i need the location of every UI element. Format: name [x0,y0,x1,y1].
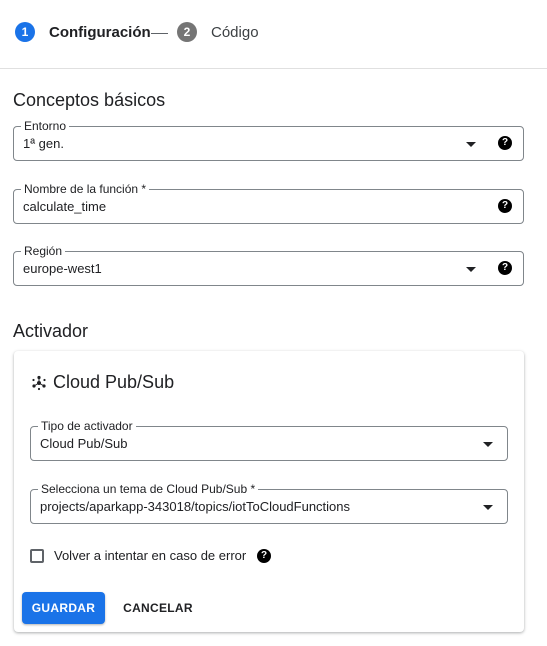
chevron-down-icon [466,142,476,147]
retry-checkbox-label: Volver a intentar en caso de error [54,548,247,563]
step-separator [151,33,168,34]
region-value: europe-west1 [23,261,102,276]
save-button[interactable]: GUARDAR [22,592,105,624]
section-title-trigger: Activador [13,321,89,341]
trigger-card-title: Cloud Pub/Sub [53,372,175,392]
step-configuracion[interactable]: 1 Configuración [15,22,151,42]
chevron-down-icon [483,442,493,447]
section-title-basics: Conceptos básicos [13,90,166,110]
pubsub-icon [32,375,46,390]
step-codigo[interactable]: 2 Código [177,22,259,42]
region-select[interactable]: Región europe-west1 ? [13,244,524,286]
trigger-card-header: Cloud Pub/Sub [31,372,174,393]
function-name-value: calculate_time [23,199,107,214]
help-icon[interactable]: ? [498,136,512,150]
pubsub-topic-select[interactable]: Selecciona un tema de Cloud Pub/Sub * pr… [30,482,508,524]
chevron-down-icon [483,505,493,510]
stepper: 1 Configuración 2 Código [0,0,547,69]
trigger-type-value: Cloud Pub/Sub [40,436,128,451]
help-icon[interactable]: ? [498,261,512,275]
step-label-configuracion: Configuración [49,23,151,41]
function-name-field[interactable]: Nombre de la función * calculate_time ? [13,182,524,224]
trigger-card: Cloud Pub/Sub Tipo de activador Cloud Pu… [14,351,524,632]
retry-checkbox[interactable] [30,549,44,563]
help-icon[interactable]: ? [498,199,512,213]
step-number-1: 1 [15,22,35,42]
pubsub-topic-value: projects/aparkapp-343018/topics/iotToClo… [40,499,351,514]
step-number-2: 2 [177,22,197,42]
entorno-value: 1ª gen. [23,136,64,151]
step-label-codigo: Código [211,23,259,41]
chevron-down-icon [466,267,476,272]
cancel-button[interactable]: CANCELAR [114,592,202,624]
help-icon[interactable]: ? [257,549,271,563]
entorno-select[interactable]: Entorno 1ª gen. ? [13,119,524,161]
trigger-type-select[interactable]: Tipo de activador Cloud Pub/Sub [30,419,508,461]
